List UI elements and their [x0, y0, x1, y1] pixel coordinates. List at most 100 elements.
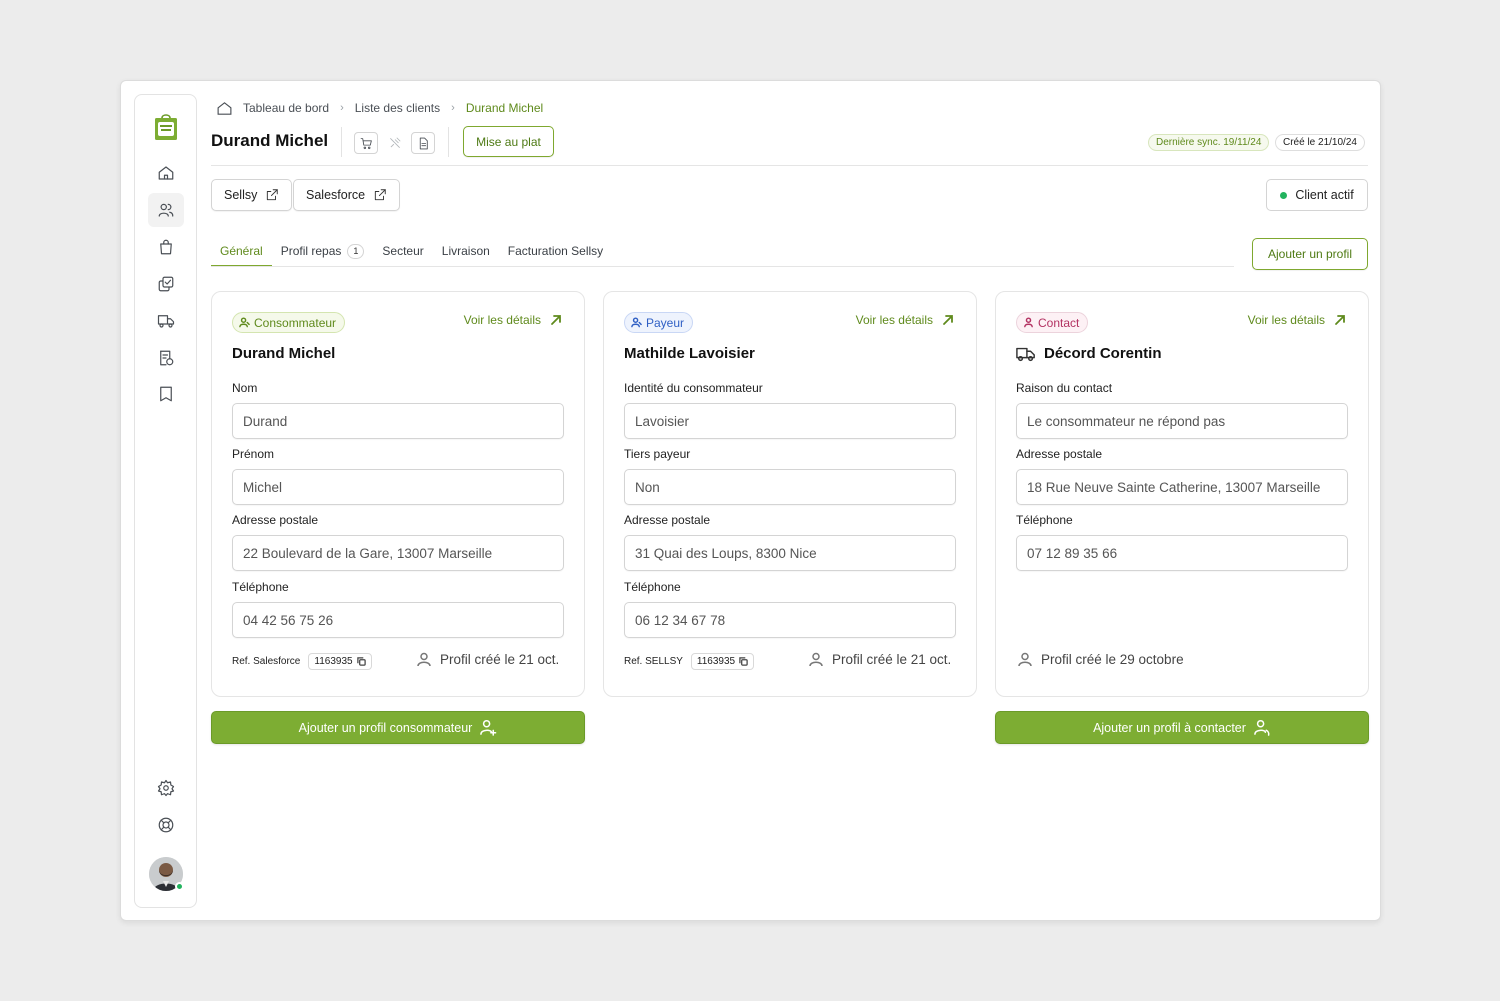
breadcrumb-current: Durand Michel: [465, 101, 544, 115]
add-consumer-profile-button[interactable]: Ajouter un profil consommateur: [211, 711, 585, 744]
client-status-label: Client actif: [1295, 188, 1354, 202]
tab-livraison[interactable]: Livraison: [433, 236, 499, 266]
add-profile-button[interactable]: Ajouter un profil: [1252, 238, 1368, 270]
field-label: Téléphone: [624, 580, 681, 594]
cart-icon: [360, 137, 372, 149]
tab-label: Livraison: [441, 244, 490, 258]
role-label: Payeur: [646, 315, 685, 330]
chevron-right-icon: ›: [340, 102, 344, 114]
invoice-icon[interactable]: [154, 346, 178, 370]
tab-general[interactable]: Général: [211, 236, 272, 267]
button-label: Ajouter un profil consommateur: [298, 720, 473, 735]
users-icon[interactable]: [148, 193, 184, 227]
profile-created-text: Profil créé le 21 oct.: [832, 652, 952, 667]
ref-copy-button[interactable]: 1163935: [690, 653, 755, 670]
add-contact-profile-button[interactable]: Ajouter un profil à contacter: [995, 711, 1369, 744]
support-icon[interactable]: [154, 813, 178, 837]
breadcrumb-client-list[interactable]: Liste des clients: [355, 101, 440, 115]
tab-bar: Général Profil repas 1 Secteur Livraison …: [211, 236, 612, 267]
prenom-input[interactable]: [232, 469, 564, 505]
field-label: Adresse postale: [1016, 447, 1103, 461]
view-details-label: Voir les détails: [463, 313, 541, 327]
tab-label: Général: [220, 244, 263, 258]
divider: [341, 127, 342, 157]
button-label: Ajouter un profil à contacter: [1093, 720, 1246, 735]
home-icon[interactable]: [154, 161, 178, 185]
profile-created: Profil créé le 21 oct.: [417, 652, 559, 667]
address-input[interactable]: [1016, 469, 1348, 505]
tab-label: Facturation Sellsy: [507, 244, 604, 258]
ref-label: Ref. SELLSY: [624, 656, 683, 667]
role-badge-contact: Contact: [1016, 312, 1089, 333]
contact-card: Contact Voir les détails Décord Corentin…: [995, 291, 1369, 697]
brand-logo[interactable]: [154, 113, 178, 141]
chevron-right-icon: ›: [451, 102, 455, 114]
contact-reason-input[interactable]: [1016, 403, 1348, 439]
salesforce-link-button[interactable]: Salesforce: [293, 179, 401, 211]
book-icon[interactable]: [154, 382, 178, 406]
ref-value: 1163935: [314, 656, 353, 667]
mise-au-plat-button[interactable]: Mise au plat: [463, 126, 554, 157]
breadcrumb-dashboard[interactable]: Tableau de bord: [243, 101, 329, 115]
address-input[interactable]: [624, 535, 956, 571]
role-badge-consumer: Consommateur: [232, 312, 346, 333]
salesforce-label: Salesforce: [306, 188, 366, 202]
cart-button[interactable]: [354, 132, 378, 154]
view-details-link[interactable]: Voir les détails: [856, 313, 954, 327]
header-divider: [211, 165, 1368, 166]
arrow-up-right-icon: [1335, 315, 1345, 325]
field-label: Nom: [232, 381, 258, 395]
document-button[interactable]: [411, 132, 435, 154]
card-title: Mathilde Lavoisier: [624, 345, 755, 362]
ref-value: 1163935: [696, 656, 736, 667]
field-label: Tiers payeur: [624, 447, 691, 461]
copy-check-icon[interactable]: [154, 272, 178, 296]
cutlery-off-icon[interactable]: [387, 135, 403, 151]
ref-copy-button[interactable]: 1163935: [308, 653, 372, 670]
user-icon: [1024, 317, 1033, 328]
gear-icon[interactable]: [154, 776, 178, 800]
field-label: Adresse postale: [624, 513, 711, 527]
consumer-card: Consommateur Voir les détails Durand Mic…: [211, 291, 585, 697]
address-input[interactable]: [232, 535, 564, 571]
tab-secteur[interactable]: Secteur: [373, 236, 432, 266]
arrow-up-right-icon: [551, 315, 561, 325]
client-status-button[interactable]: Client actif: [1266, 179, 1368, 211]
shopping-bag-icon[interactable]: [154, 235, 178, 259]
phone-input[interactable]: [232, 602, 564, 638]
field-label: Raison du contact: [1016, 381, 1113, 395]
third-party-payer-input[interactable]: [624, 469, 956, 505]
tab-count-badge: 1: [347, 243, 365, 259]
consumer-identity-input[interactable]: [624, 403, 956, 439]
page-title: Durand Michel: [211, 131, 329, 150]
card-title-text: Décord Corentin: [1044, 345, 1162, 362]
tabs-divider: [211, 266, 1234, 267]
tab-label: Profil repas: [280, 244, 342, 258]
user-icon: [239, 317, 250, 328]
user-icon: [1018, 652, 1032, 667]
home-icon[interactable]: [216, 100, 233, 117]
truck-icon[interactable]: [154, 309, 178, 333]
arrow-up-right-icon: [943, 315, 953, 325]
field-label: Téléphone: [232, 580, 289, 594]
divider: [448, 127, 449, 157]
tab-facturation-sellsy[interactable]: Facturation Sellsy: [499, 236, 612, 266]
profile-created-text: Profil créé le 29 octobre: [1041, 652, 1184, 667]
breadcrumb: Tableau de bord › Liste des clients › Du…: [216, 98, 543, 118]
phone-input[interactable]: [1016, 535, 1348, 571]
payer-card: Payeur Voir les détails Mathilde Lavoisi…: [603, 291, 977, 697]
phone-input[interactable]: [624, 602, 956, 638]
profile-created: Profil créé le 29 octobre: [1018, 652, 1184, 667]
field-label: Identité du consommateur: [624, 381, 763, 395]
user-icon: [417, 652, 431, 667]
ref-label: Ref. Salesforce: [232, 656, 301, 667]
view-details-link[interactable]: Voir les détails: [464, 313, 562, 327]
nom-input[interactable]: [232, 403, 564, 439]
profile-created-text: Profil créé le 21 oct.: [440, 652, 560, 667]
view-details-link[interactable]: Voir les détails: [1248, 313, 1346, 327]
sellsy-link-button[interactable]: Sellsy: [211, 179, 293, 211]
tab-profil-repas[interactable]: Profil repas 1: [272, 236, 374, 266]
last-sync-badge: Dernière sync. 19/11/24: [1148, 134, 1270, 151]
ref-salesforce: Ref. Salesforce 1163935: [232, 653, 372, 670]
external-link-icon: [374, 189, 386, 201]
